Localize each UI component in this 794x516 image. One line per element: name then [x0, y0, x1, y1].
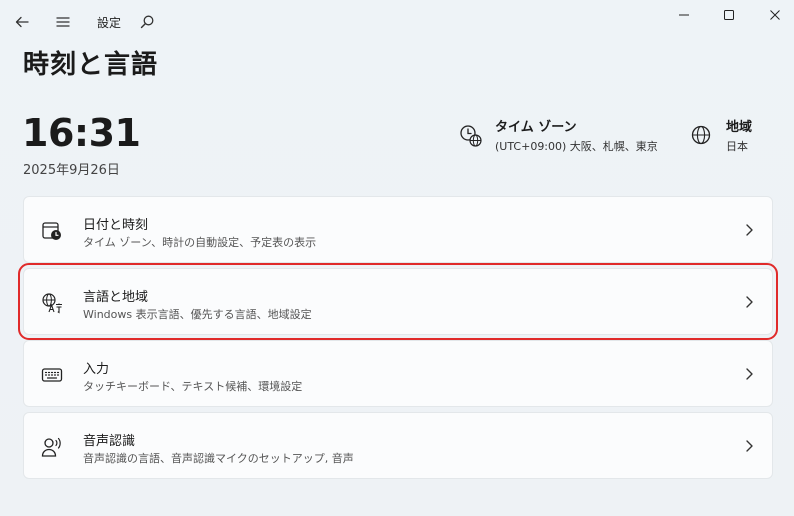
menu-button[interactable] — [47, 6, 79, 38]
language-icon — [42, 293, 62, 314]
search-button[interactable] — [131, 6, 163, 38]
back-button[interactable] — [6, 6, 38, 38]
search-icon — [140, 15, 154, 29]
settings-item-subtitle: タイム ゾーン、時計の自動設定、予定表の表示 — [83, 236, 317, 249]
settings-item-date-time[interactable]: 日付と時刻 タイム ゾーン、時計の自動設定、予定表の表示 — [23, 196, 773, 263]
settings-item-speech[interactable]: 音声認識 音声認識の言語、音声認識マイクのセットアップ, 音声 — [23, 412, 773, 479]
timezone-title: タイム ゾーン — [495, 120, 577, 135]
settings-item-subtitle: Windows 表示言語、優先する言語、地域設定 — [83, 308, 312, 321]
chevron-right-icon — [746, 440, 753, 452]
globe-icon — [691, 125, 711, 145]
settings-item-title: 音声認識 — [83, 434, 136, 449]
settings-item-subtitle: タッチキーボード、テキスト候補、環境設定 — [83, 380, 303, 393]
settings-item-language-region[interactable]: 言語と地域 Windows 表示言語、優先する言語、地域設定 — [18, 263, 778, 340]
minimize-icon — [679, 14, 689, 16]
settings-item-input[interactable]: 入力 タッチキーボード、テキスト候補、環境設定 — [23, 340, 773, 407]
current-time: 16:31 — [22, 111, 141, 155]
hamburger-menu-icon — [56, 17, 70, 27]
timezone-value: (UTC+09:00) 大阪、札幌、東京 — [495, 140, 658, 153]
region-value: 日本 — [726, 140, 748, 153]
timezone-info: タイム ゾーン (UTC+09:00) 大阪、札幌、東京 — [459, 119, 658, 157]
chevron-right-icon — [746, 224, 753, 236]
title-bar: 設定 — [0, 0, 794, 44]
settings-item-subtitle: 音声認識の言語、音声認識マイクのセットアップ, 音声 — [83, 452, 354, 465]
back-arrow-icon — [15, 16, 29, 28]
page-title: 時刻と言語 — [23, 50, 159, 80]
clock-globe-icon — [460, 125, 482, 147]
region-info: 地域 日本 — [690, 119, 752, 157]
current-date: 2025年9月26日 — [23, 163, 120, 178]
close-button[interactable] — [752, 0, 794, 30]
settings-item-title: 日付と時刻 — [83, 218, 149, 233]
speech-icon — [41, 437, 61, 457]
chevron-right-icon — [746, 368, 753, 380]
minimize-button[interactable] — [661, 0, 707, 30]
calendar-clock-icon — [42, 222, 61, 240]
maximize-button[interactable] — [706, 0, 752, 30]
settings-item-title: 言語と地域 — [83, 290, 149, 305]
settings-item-title: 入力 — [83, 362, 110, 377]
chevron-right-icon — [746, 296, 753, 308]
close-icon — [770, 10, 780, 20]
maximize-icon — [724, 10, 734, 20]
keyboard-icon — [41, 368, 63, 382]
region-title: 地域 — [726, 120, 753, 135]
app-title: 設定 — [97, 16, 122, 30]
